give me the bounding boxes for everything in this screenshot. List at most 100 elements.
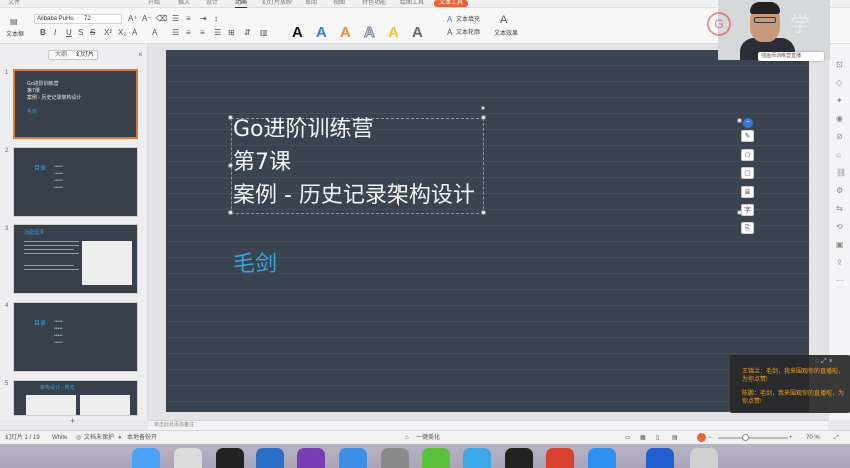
shrink-font-icon[interactable]: A⁻	[142, 14, 152, 24]
shape-icon[interactable]: ◇	[836, 78, 842, 87]
normal-view-icon[interactable]: ▭	[625, 434, 631, 442]
italic-icon[interactable]: I	[54, 28, 56, 38]
hyperlink-icon[interactable]: ⛓	[836, 168, 846, 177]
play-slideshow-button[interactable]	[697, 433, 706, 442]
trash-icon[interactable]	[690, 448, 718, 468]
menu-file[interactable]: 文件	[8, 0, 20, 7]
beautify-button[interactable]: 一键美化	[416, 434, 440, 442]
bold-icon[interactable]: B	[40, 28, 46, 38]
slide-thumbnail-3[interactable]: 功能需求	[13, 224, 138, 294]
textbox-icon[interactable]: ▤	[10, 17, 18, 27]
wps-icon[interactable]	[546, 448, 574, 468]
beautify-icon[interactable]: ⌂	[405, 434, 409, 442]
menu-view[interactable]: 视图	[333, 0, 345, 7]
resize-handle-ml[interactable]	[228, 163, 233, 168]
current-slide[interactable]	[166, 50, 809, 412]
text-fill-label[interactable]: 文本填充	[456, 16, 480, 24]
resize-handle-tl[interactable]	[228, 115, 233, 120]
textbox-label[interactable]: 文本框	[6, 31, 24, 39]
zoom-slider[interactable]	[718, 437, 788, 439]
menu-design[interactable]: 设计	[206, 0, 218, 7]
slide-author[interactable]: 毛剑	[233, 252, 277, 278]
superscript-icon[interactable]: X²	[104, 28, 112, 38]
doc-protect-status[interactable]: 文档未保护	[84, 434, 114, 442]
add-slide-icon[interactable]: +	[70, 416, 75, 426]
text-style-orange-icon[interactable]: A	[340, 25, 351, 41]
pen-icon[interactable]: ✎	[741, 130, 754, 142]
save-icon[interactable]: ▣	[836, 240, 844, 249]
collapse-icon[interactable]: −	[743, 118, 753, 128]
align-right-icon[interactable]: ≡	[200, 28, 205, 38]
align-left-icon[interactable]: ☰	[172, 28, 179, 38]
transition-icon[interactable]: ⊘	[836, 132, 843, 141]
safari-icon[interactable]	[339, 448, 367, 468]
align-center-icon[interactable]: ≡	[186, 28, 191, 38]
zoom-level[interactable]: 70 %	[806, 434, 820, 442]
slide-thumbnail-1[interactable]: Go进阶训练营 第7课 案例 - 历史记录架构设计 毛剑	[13, 69, 138, 139]
launchpad-icon[interactable]	[174, 448, 202, 468]
slide-thumbnail-4[interactable]: 目录 ••••• ••••• ••••• •••••	[13, 302, 138, 372]
text-outline-icon[interactable]: A	[447, 28, 452, 38]
settings-icon[interactable]: ⚙	[836, 186, 843, 195]
resize-handle-br[interactable]	[481, 210, 486, 215]
menu-home[interactable]: 开始	[148, 0, 160, 7]
tag-icon[interactable]: ⌂	[836, 150, 841, 159]
text-icon[interactable]: 字	[741, 204, 754, 216]
text-fill-icon[interactable]: A	[447, 15, 452, 25]
strikethrough-icon[interactable]: S	[90, 28, 95, 38]
slide-thumbnail-2[interactable]: 目录 ••••• ••••• ••••• •••••	[13, 147, 138, 217]
underline-icon[interactable]: U	[66, 28, 72, 38]
notes-area[interactable]: 单击此处添加备注	[148, 420, 828, 430]
text-style-gold-icon[interactable]: A	[388, 25, 399, 41]
shape-fill-icon[interactable]: ⬠	[741, 149, 754, 161]
slide-title-line-2[interactable]: 第7课	[233, 150, 291, 176]
terminal-icon[interactable]	[216, 448, 244, 468]
zoom-slider-handle[interactable]	[742, 434, 749, 441]
feishu-icon[interactable]	[588, 448, 616, 468]
tab-outline[interactable]: 大纲	[49, 51, 73, 59]
live-label[interactable]: 插画师训练营直播	[758, 52, 824, 61]
shadow-icon[interactable]: S	[78, 28, 83, 38]
browser-icon[interactable]	[463, 448, 491, 468]
distribute-icon[interactable]: ⊞	[228, 28, 235, 38]
tab-slides[interactable]: 幻灯片	[73, 51, 97, 59]
text-style-gray-icon[interactable]: A	[412, 25, 423, 41]
text-effect-icon[interactable]: A	[500, 15, 507, 26]
wechat-icon[interactable]	[422, 448, 450, 468]
slide-thumbnail-5[interactable]: 架构设计 - 概览	[13, 380, 138, 416]
copy-icon[interactable]: ⎘	[741, 222, 754, 234]
font-color-icon[interactable]: A	[132, 28, 137, 38]
theme-name[interactable]: White	[52, 434, 67, 442]
onenote-icon[interactable]	[297, 448, 325, 468]
crop-icon[interactable]: ▢	[741, 167, 754, 179]
layers-icon[interactable]: ≣	[741, 186, 754, 198]
line-spacing-icon[interactable]: ↕	[214, 14, 218, 24]
share-icon[interactable]: ⇪	[836, 258, 843, 267]
qq-icon[interactable]	[505, 448, 533, 468]
bullet-list-icon[interactable]: ☰	[172, 14, 179, 24]
numbered-list-icon[interactable]: ≡	[186, 14, 191, 24]
reading-view-icon[interactable]: ▯	[656, 434, 659, 442]
text-style-black-icon[interactable]: A	[292, 25, 303, 41]
close-icon[interactable]: ×	[138, 50, 143, 59]
text-effect-label[interactable]: 文本效果	[494, 30, 518, 38]
menu-animation[interactable]: 动画	[235, 0, 248, 8]
text-direction-icon[interactable]: ⇵	[244, 28, 251, 38]
zoom-out-icon[interactable]: −	[708, 434, 712, 442]
fit-window-icon[interactable]: ⤢	[834, 434, 839, 442]
resize-handle-tr-far[interactable]	[737, 118, 742, 123]
grow-font-icon[interactable]: A⁺	[128, 14, 138, 24]
more-icon[interactable]: ⋯	[836, 276, 844, 285]
text-style-outline-icon[interactable]: A	[364, 24, 376, 41]
indent-icon[interactable]: ⇥	[200, 14, 207, 24]
sorter-view-icon[interactable]: ▦	[640, 434, 646, 442]
chat-controls-icon[interactable]: ◌ ⤢ ×	[815, 358, 833, 366]
slide-title-line-1[interactable]: Go进阶训练营	[233, 117, 374, 143]
notes-view-icon[interactable]: ▤	[672, 434, 678, 442]
text-style-blue-icon[interactable]: A	[316, 25, 327, 41]
columns-icon[interactable]: ▥	[260, 28, 268, 38]
resize-handle-bl[interactable]	[228, 210, 233, 215]
justify-icon[interactable]: ☰	[214, 28, 221, 38]
history-icon[interactable]: ⟲	[836, 222, 843, 231]
animation-icon[interactable]: ◉	[836, 114, 843, 123]
